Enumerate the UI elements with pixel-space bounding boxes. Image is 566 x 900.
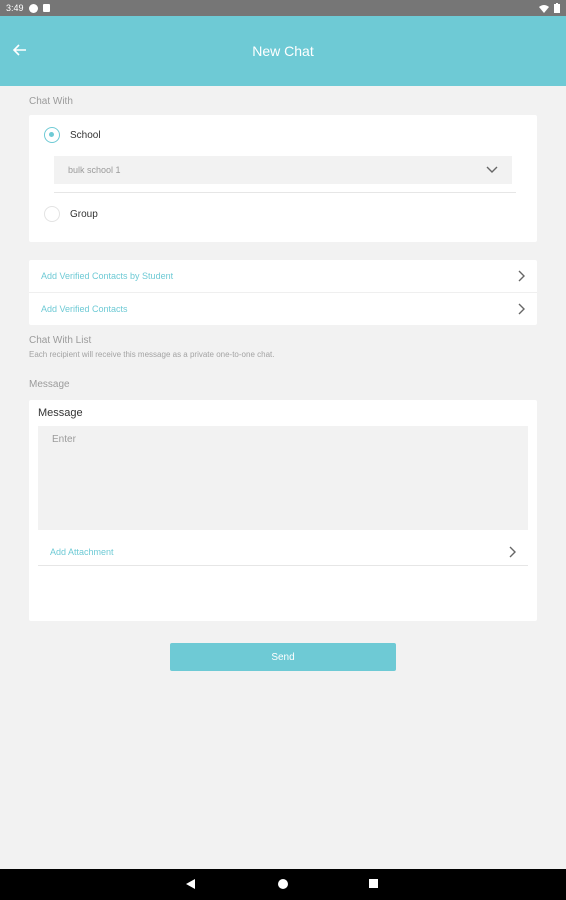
sim-card-icon (42, 4, 50, 12)
message-section-label: Message (29, 379, 70, 390)
school-select-value: bulk school 1 (68, 165, 121, 175)
message-card: Message Enter Add Attachment (29, 400, 537, 621)
add-attachment-label: Add Attachment (50, 546, 114, 557)
radio-option-school[interactable]: School (44, 127, 101, 143)
battery-icon (554, 3, 560, 13)
contacts-card: Add Verified Contacts by Student Add Ver… (29, 260, 537, 325)
add-verified-contacts-by-student-link[interactable]: Add Verified Contacts by Student (29, 260, 537, 292)
page-title: New Chat (252, 43, 314, 59)
message-card-title: Message (38, 407, 83, 419)
chat-with-card: School bulk school 1 Group (29, 115, 537, 242)
radio-checked-icon[interactable] (44, 127, 60, 143)
chat-with-list-label: Chat With List (29, 335, 92, 346)
chat-with-list-helper: Each recipient will receive this message… (29, 350, 275, 359)
system-nav-bar (0, 869, 566, 900)
chevron-right-icon (509, 546, 516, 557)
nav-recents-icon[interactable] (369, 879, 378, 888)
link-label: Add Verified Contacts (41, 304, 128, 314)
radio-label-school: School (70, 129, 101, 141)
chevron-right-icon (518, 270, 525, 282)
arrow-left-icon[interactable] (10, 40, 30, 60)
school-select[interactable]: bulk school 1 (54, 156, 512, 184)
select-divider (54, 192, 516, 193)
status-bar: 3:49 (0, 0, 566, 16)
radio-option-group[interactable]: Group (44, 206, 98, 222)
add-attachment-link[interactable]: Add Attachment (38, 538, 528, 566)
notification-icon (28, 3, 38, 13)
message-placeholder: Enter (52, 434, 76, 445)
message-input[interactable]: Enter (38, 426, 528, 530)
nav-back-icon[interactable] (186, 879, 195, 889)
add-verified-contacts-link[interactable]: Add Verified Contacts (29, 293, 537, 325)
radio-label-group: Group (70, 208, 98, 220)
radio-unchecked-icon[interactable] (44, 206, 60, 222)
send-button[interactable]: Send (170, 643, 396, 671)
chevron-down-icon (486, 166, 498, 173)
nav-home-icon[interactable] (278, 879, 288, 889)
status-time: 3:49 (6, 3, 24, 13)
link-label: Add Verified Contacts by Student (41, 271, 174, 281)
chat-with-label: Chat With (29, 96, 73, 107)
app-bar: New Chat (0, 16, 566, 86)
chevron-right-icon (518, 303, 525, 315)
wifi-icon (539, 4, 549, 13)
